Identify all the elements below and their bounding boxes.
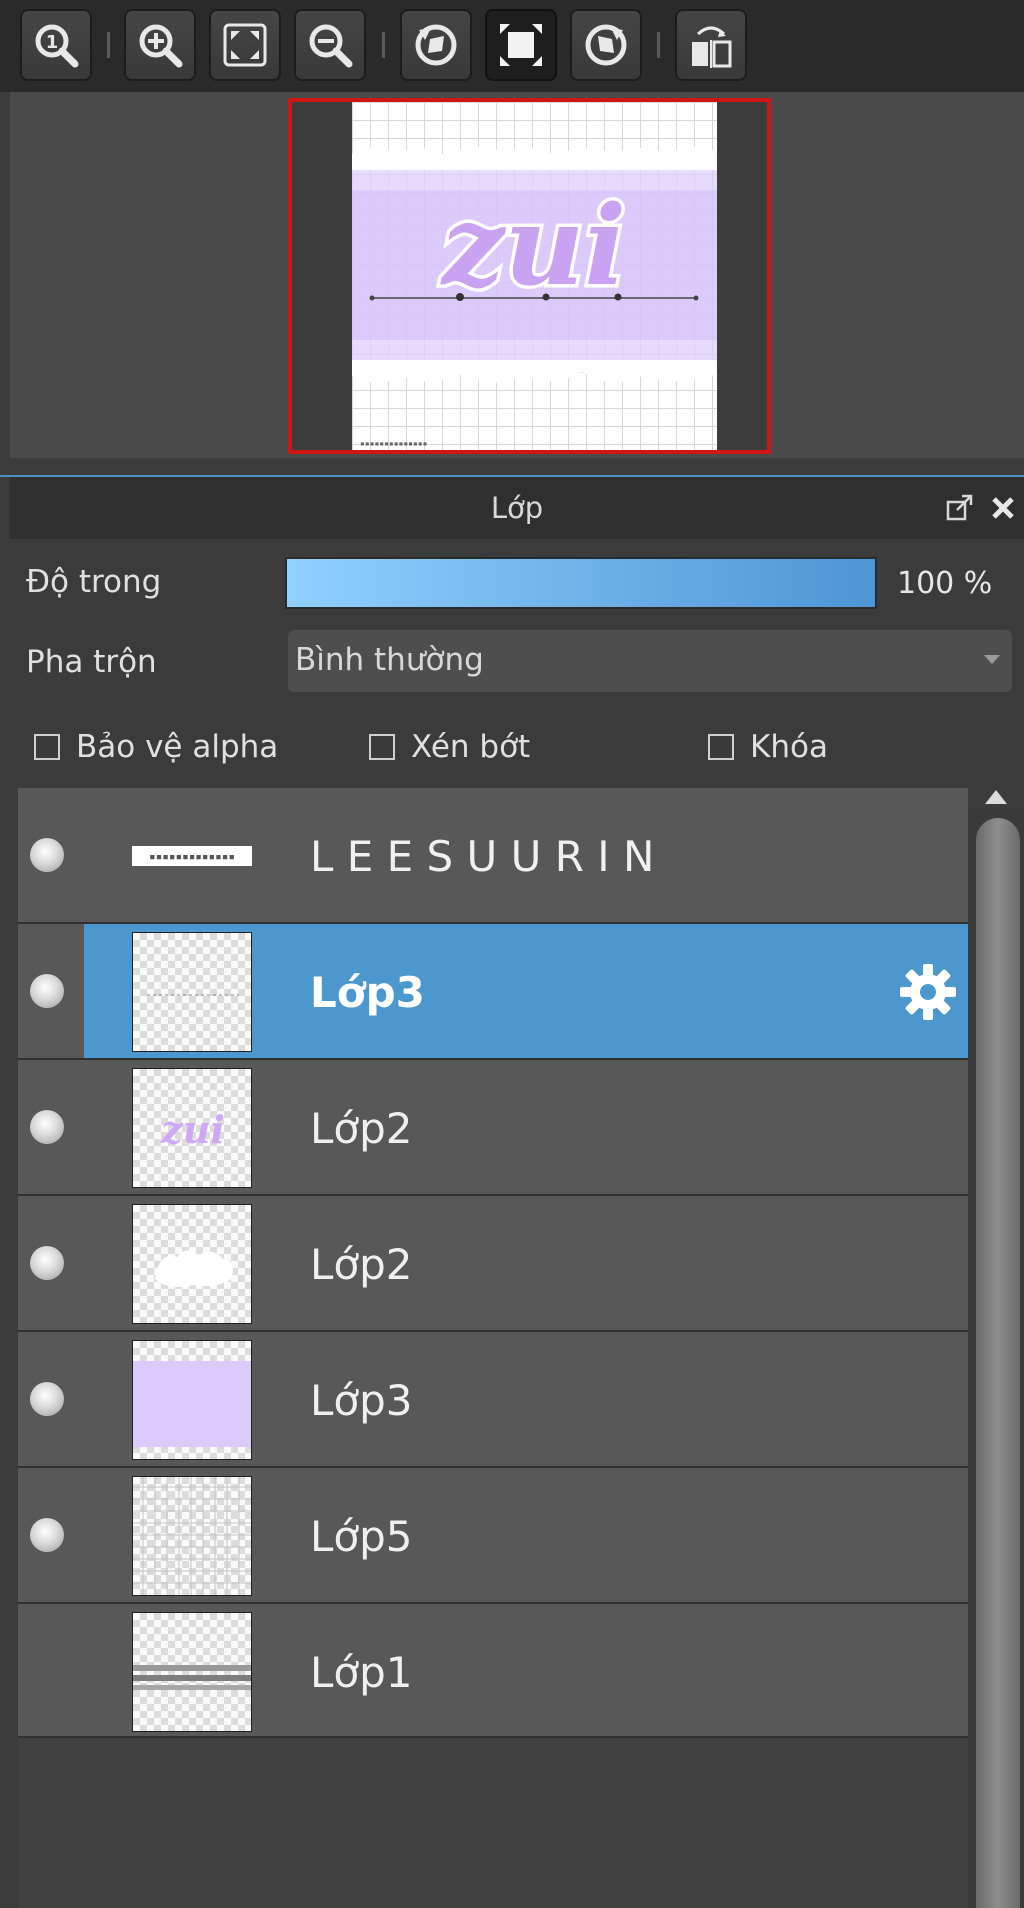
- blend-mode-value: Bình thường: [295, 642, 484, 678]
- layer-thumbnail: [132, 1204, 252, 1324]
- svg-text:▪▪▪▪▪▪▪▪▪▪▪▪▪▪: ▪▪▪▪▪▪▪▪▪▪▪▪▪▪: [360, 439, 427, 448]
- checkbox-box[interactable]: [369, 734, 395, 760]
- layer-row[interactable]: ▪▪▪▪▪▪▪▪▪▪▪▪▪ L E E S U U R I N: [18, 788, 968, 924]
- layer-thumbnail: ▪▪▪▪▪▪▪▪▪▪▪▪▪: [132, 796, 252, 916]
- svg-text:1: 1: [46, 32, 59, 53]
- blend-mode-select[interactable]: Bình thường: [288, 630, 1012, 692]
- checkbox-label: Xén bớt: [411, 729, 531, 765]
- visibility-toggle-icon[interactable]: [30, 838, 64, 872]
- svg-text:▪▪▪▪▪▪▪▪▪▪▪▪▪: ▪▪▪▪▪▪▪▪▪▪▪▪▪: [149, 850, 235, 863]
- layer-name: Lớp3: [310, 968, 425, 1017]
- navigator-canvas-preview: zui ▪▪▪▪▪▪▪▪▪▪▪▪▪▪: [352, 102, 717, 450]
- gear-icon[interactable]: [898, 962, 958, 1022]
- zoom-out-button[interactable]: [294, 9, 366, 81]
- zoom-out-icon: [309, 24, 353, 68]
- layer-name: Lớp5: [310, 1512, 413, 1561]
- checkbox-box[interactable]: [34, 734, 60, 760]
- layer-panel-header: Lớp: [10, 477, 1024, 539]
- checkbox-box[interactable]: [708, 734, 734, 760]
- scrollbar-thumb[interactable]: [976, 818, 1020, 1908]
- close-icon[interactable]: [986, 491, 1020, 525]
- opacity-value: 100 %: [897, 566, 993, 601]
- layer-list: ▪▪▪▪▪▪▪▪▪▪▪▪▪ L E E S U U R I N Lớp3 zui…: [18, 788, 968, 1908]
- rotate-right-button[interactable]: [570, 9, 642, 81]
- layer-thumbnail: zui: [132, 1068, 252, 1188]
- frame-icon: [500, 24, 542, 66]
- opacity-slider-fill: [287, 559, 875, 607]
- layer-name: Lớp3: [310, 1376, 413, 1425]
- svg-text:zui: zui: [160, 1107, 225, 1152]
- svg-text:zui: zui: [440, 181, 626, 310]
- rotate-right-icon: [585, 24, 627, 66]
- navigator-panel: zui ▪▪▪▪▪▪▪▪▪▪▪▪▪▪: [10, 92, 1024, 458]
- chevron-down-icon: [984, 655, 1000, 664]
- visibility-toggle-icon[interactable]: [30, 1246, 64, 1280]
- scroll-up-arrow-icon[interactable]: [985, 790, 1007, 804]
- visibility-toggle-icon[interactable]: [30, 1110, 64, 1144]
- rotate-left-icon: [415, 24, 457, 66]
- toolbar-separator: [657, 32, 660, 58]
- layer-thumbnail: [132, 1476, 252, 1596]
- fit-screen-icon: [223, 23, 267, 67]
- fit-to-window-button[interactable]: [209, 9, 281, 81]
- clipping-checkbox[interactable]: Xén bớt: [369, 729, 530, 765]
- visibility-toggle-icon[interactable]: [30, 1382, 64, 1416]
- layer-row[interactable]: zui Lớp2: [18, 1060, 968, 1196]
- layer-name: Lớp2: [310, 1104, 413, 1153]
- layer-name: L E E S U U R I N: [310, 832, 655, 881]
- layer-row[interactable]: Lớp1: [18, 1604, 968, 1738]
- magnifier-one-icon: 1: [35, 24, 79, 68]
- reset-view-button[interactable]: [485, 9, 557, 81]
- visibility-toggle-icon[interactable]: [30, 1518, 64, 1552]
- layer-name: Lớp1: [310, 1648, 413, 1697]
- toolbar-separator: [107, 32, 110, 58]
- zoom-in-icon: [139, 24, 183, 68]
- panel-title: Lớp: [490, 491, 544, 525]
- visibility-toggle-icon[interactable]: [30, 974, 64, 1008]
- toolbar-separator: [382, 32, 385, 58]
- layer-row[interactable]: Lớp3: [18, 1332, 968, 1468]
- layer-row-selected[interactable]: Lớp3: [18, 924, 968, 1060]
- rotate-left-button[interactable]: [400, 9, 472, 81]
- blend-mode-label: Pha trộn: [26, 644, 157, 680]
- checkbox-label: Bảo vệ alpha: [76, 729, 279, 765]
- checkbox-label: Khóa: [750, 729, 828, 765]
- opacity-label: Độ trong: [26, 564, 162, 600]
- visibility-toggle-icon[interactable]: [30, 1654, 64, 1688]
- view-toolbar: 1: [0, 0, 1024, 92]
- layer-thumbnail: [132, 1340, 252, 1460]
- layer-thumbnail: [132, 932, 252, 1052]
- preview-artwork: zui ▪▪▪▪▪▪▪▪▪▪▪▪▪▪: [360, 178, 699, 448]
- lock-checkbox[interactable]: Khóa: [708, 729, 828, 765]
- protect-alpha-checkbox[interactable]: Bảo vệ alpha: [34, 729, 278, 765]
- zoom-in-button[interactable]: [124, 9, 196, 81]
- flip-horizontal-button[interactable]: [675, 9, 747, 81]
- popout-icon[interactable]: [942, 491, 976, 525]
- navigator-viewport-frame[interactable]: zui ▪▪▪▪▪▪▪▪▪▪▪▪▪▪: [288, 98, 771, 454]
- layer-name: Lớp2: [310, 1240, 413, 1289]
- flip-icon: [692, 26, 732, 68]
- layer-row[interactable]: Lớp5: [18, 1468, 968, 1604]
- zoom-actual-size-button[interactable]: 1: [20, 9, 92, 81]
- opacity-slider[interactable]: [285, 557, 877, 609]
- layer-row[interactable]: Lớp2: [18, 1196, 968, 1332]
- layer-thumbnail: [132, 1612, 252, 1732]
